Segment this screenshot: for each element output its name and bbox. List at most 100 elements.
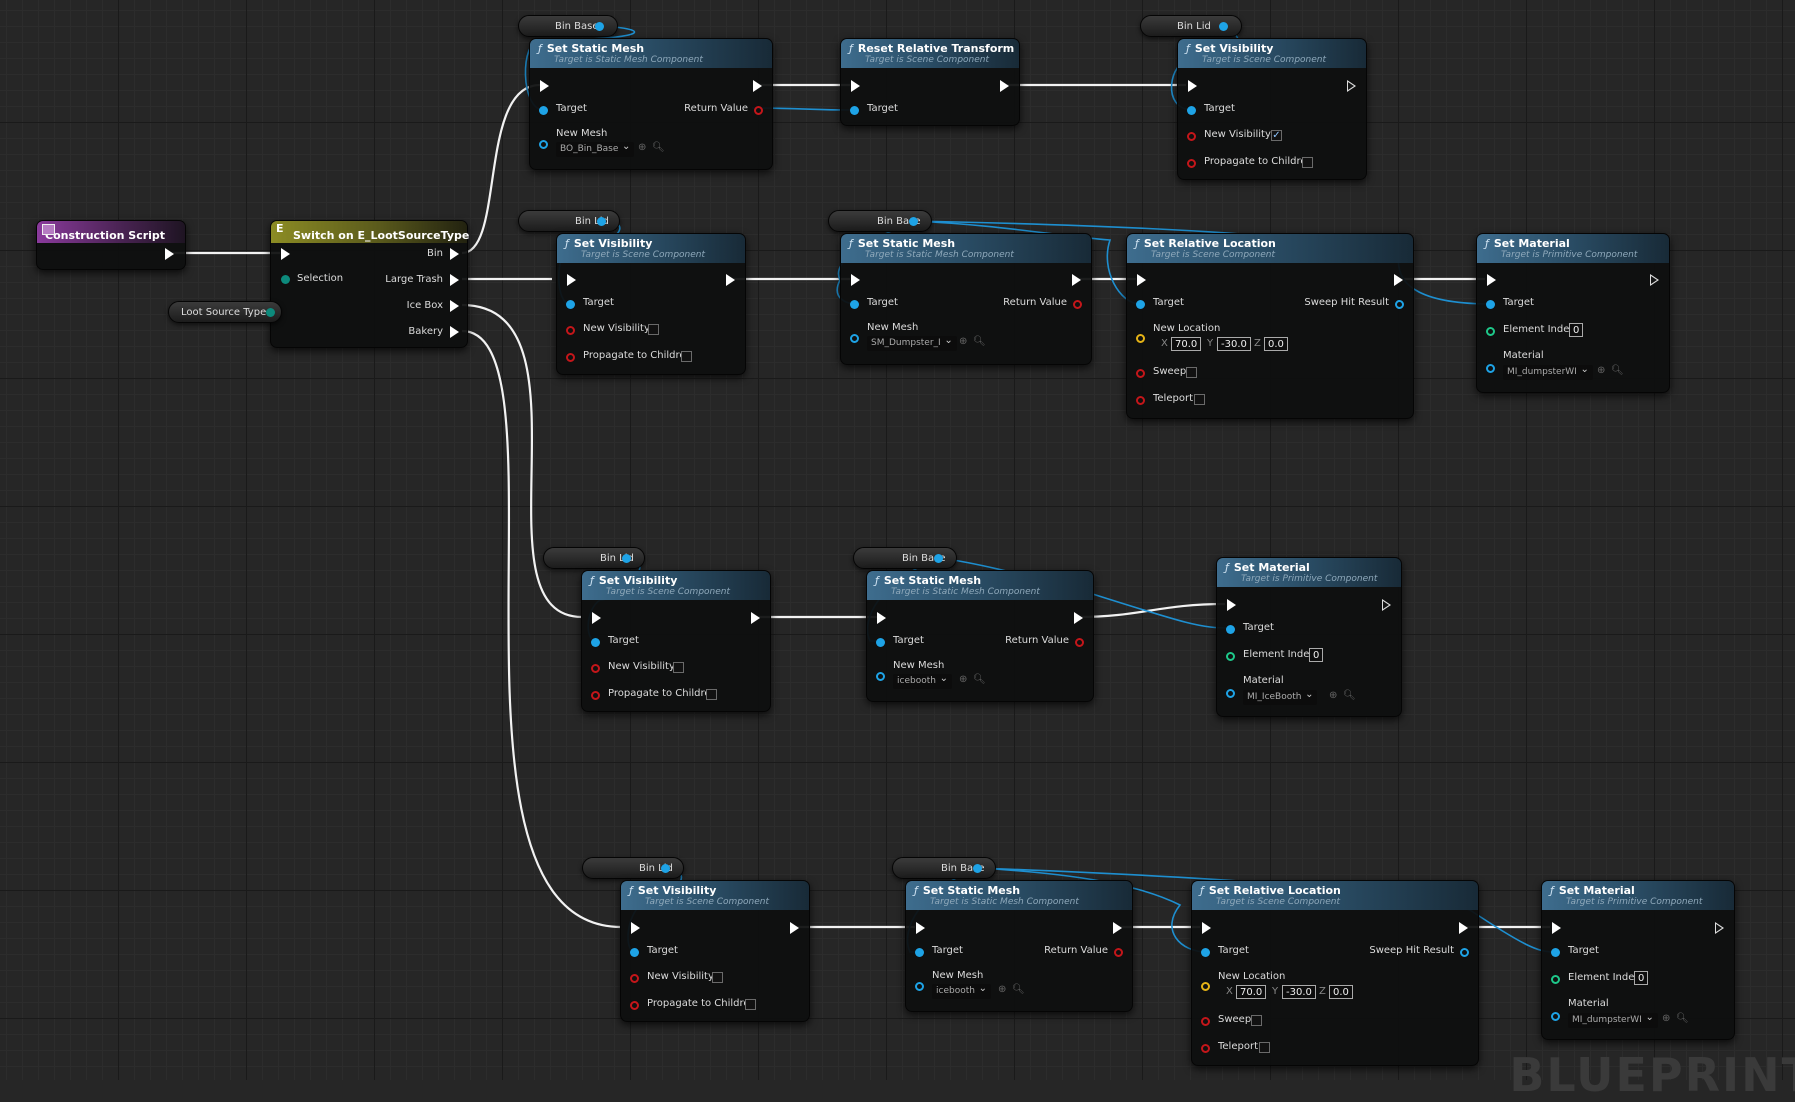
target-pin[interactable] [566, 300, 575, 309]
sweep-pin[interactable] [1136, 369, 1145, 378]
set-relative-location-node[interactable]: ƒ Set Relative Location Target is Scene Co… [1191, 880, 1479, 1066]
variable-out-pin[interactable] [1219, 22, 1228, 31]
exec-out-pin[interactable] [790, 922, 799, 934]
teleport-pin[interactable] [1201, 1044, 1210, 1053]
new-mesh-pin[interactable] [539, 140, 548, 149]
target-pin[interactable] [850, 106, 859, 115]
bin-base-variable[interactable]: Bin Base [828, 210, 932, 232]
exec-out-large-trash-pin[interactable] [450, 274, 459, 286]
propagate-pin[interactable] [1187, 159, 1196, 168]
exec-in-pin[interactable] [1188, 80, 1197, 92]
exec-out-ice-box-pin[interactable] [450, 300, 459, 312]
propagate-checkbox[interactable] [745, 999, 756, 1010]
propagate-pin[interactable] [566, 353, 575, 362]
exec-out-pin[interactable] [1382, 599, 1391, 611]
element-index-field[interactable]: 0 [1569, 323, 1584, 337]
target-pin[interactable] [876, 638, 885, 647]
exec-in-pin[interactable] [1137, 274, 1146, 286]
bin-lid-variable[interactable]: Bin Lid [543, 547, 645, 569]
material-pin[interactable] [1226, 689, 1235, 698]
new-visibility-pin[interactable] [1187, 132, 1196, 141]
new-mesh-pin[interactable] [915, 982, 924, 991]
return-value-pin[interactable] [1075, 638, 1084, 647]
variable-out-pin[interactable] [661, 864, 670, 873]
bin-base-variable[interactable]: Bin Base [853, 547, 957, 569]
propagate-checkbox[interactable] [681, 351, 692, 362]
browse-icon[interactable]: 🔍︎ [1676, 1013, 1689, 1024]
new-mesh-dropdown[interactable]: BO_Bin_Base [556, 139, 635, 157]
switch-node[interactable]: Switch on E_LootSourceType Selection Bin… [270, 220, 469, 348]
exec-in-pin[interactable] [1202, 922, 1211, 934]
target-pin[interactable] [915, 948, 924, 957]
variable-out-pin[interactable] [595, 22, 604, 31]
set-relative-location-node[interactable]: ƒ Set Relative Location Target is Scene Co… [1126, 233, 1414, 419]
variable-out-pin[interactable] [934, 554, 943, 563]
target-pin[interactable] [850, 300, 859, 309]
exec-out-pin[interactable] [1650, 274, 1659, 286]
variable-out-pin[interactable] [597, 217, 606, 226]
set-material-node[interactable]: ƒ Set Material Target is Primitive Compone… [1216, 557, 1402, 717]
exec-out-pin[interactable] [726, 274, 735, 286]
exec-out-bin-pin[interactable] [450, 248, 459, 260]
exec-in-pin[interactable] [851, 274, 860, 286]
exec-out-pin[interactable] [751, 612, 760, 624]
bin-base-variable[interactable]: Bin Base [518, 15, 618, 37]
new-mesh-dropdown[interactable]: icebooth [932, 981, 991, 999]
exec-in-pin[interactable] [567, 274, 576, 286]
location-z-field[interactable]: 0.0 [1329, 985, 1353, 999]
exec-out-pin[interactable] [1074, 612, 1083, 624]
browse-icon[interactable]: 🔍︎ [1012, 984, 1025, 995]
exec-in-pin[interactable] [281, 248, 290, 260]
browse-icon[interactable]: 🔍︎ [1611, 365, 1624, 376]
set-static-mesh-node[interactable]: ƒ Set Static Mesh Target is Static Mesh Co… [840, 233, 1092, 365]
set-material-node[interactable]: ƒ Set Material Target is Primitive Compone… [1476, 233, 1670, 393]
exec-out-pin[interactable] [753, 80, 762, 92]
exec-out-pin[interactable] [1715, 922, 1724, 934]
propagate-checkbox[interactable] [1302, 157, 1313, 168]
exec-out-pin[interactable] [1113, 922, 1122, 934]
set-visibility-node[interactable]: ƒ Set Visibility Target is Scene Component… [556, 233, 746, 375]
teleport-checkbox[interactable] [1194, 394, 1205, 405]
propagate-pin[interactable] [630, 1001, 639, 1010]
exec-out-pin[interactable] [1072, 274, 1081, 286]
new-visibility-pin[interactable] [591, 664, 600, 673]
sweep-pin[interactable] [1201, 1017, 1210, 1026]
new-visibility-pin[interactable] [566, 326, 575, 335]
propagate-pin[interactable] [591, 691, 600, 700]
location-y-field[interactable]: -30.0 [1282, 985, 1316, 999]
new-mesh-dropdown[interactable]: SM_Dumpster_I [867, 333, 957, 351]
use-asset-icon[interactable]: ⊕ [638, 142, 646, 153]
teleport-checkbox[interactable] [1259, 1042, 1270, 1053]
location-y-field[interactable]: -30.0 [1217, 337, 1251, 351]
exec-out-pin[interactable] [165, 248, 174, 260]
set-visibility-node[interactable]: ƒ Set Visibility Target is Scene Component… [620, 880, 810, 1022]
set-visibility-node[interactable]: ƒ Set Visibility Target is Scene Component… [581, 570, 771, 712]
target-pin[interactable] [591, 638, 600, 647]
target-pin[interactable] [1187, 106, 1196, 115]
material-dropdown[interactable]: MI_IceBooth [1243, 687, 1318, 705]
selection-pin[interactable] [281, 275, 290, 284]
loot-source-type-variable[interactable]: Loot Source Type [168, 301, 282, 323]
exec-in-pin[interactable] [592, 612, 601, 624]
sweep-hit-result-pin[interactable] [1395, 300, 1404, 309]
bin-base-variable[interactable]: Bin Base [892, 857, 996, 879]
set-visibility-node[interactable]: ƒ Set Visibility Target is Scene Component… [1177, 38, 1367, 180]
new-mesh-pin[interactable] [876, 672, 885, 681]
exec-out-pin[interactable] [1394, 274, 1403, 286]
construction-script-node[interactable]: Construction Script [36, 220, 186, 270]
bin-lid-variable[interactable]: Bin Lid [582, 857, 684, 879]
element-index-pin[interactable] [1551, 975, 1560, 984]
set-material-node[interactable]: ƒ Set Material Target is Primitive Compone… [1541, 880, 1735, 1040]
use-asset-icon[interactable]: ⊕ [1662, 1013, 1670, 1024]
target-pin[interactable] [1136, 300, 1145, 309]
bin-lid-variable[interactable]: Bin Lid [1140, 15, 1242, 37]
exec-in-pin[interactable] [1552, 922, 1561, 934]
exec-in-pin[interactable] [851, 80, 860, 92]
element-index-pin[interactable] [1226, 652, 1235, 661]
material-dropdown[interactable]: MI_dumpsterWI [1568, 1010, 1658, 1028]
variable-out-pin[interactable] [973, 864, 982, 873]
new-location-pin[interactable] [1136, 334, 1145, 343]
new-visibility-checkbox[interactable] [648, 324, 659, 335]
variable-out-pin[interactable] [266, 308, 275, 317]
use-asset-icon[interactable]: ⊕ [1597, 365, 1605, 376]
